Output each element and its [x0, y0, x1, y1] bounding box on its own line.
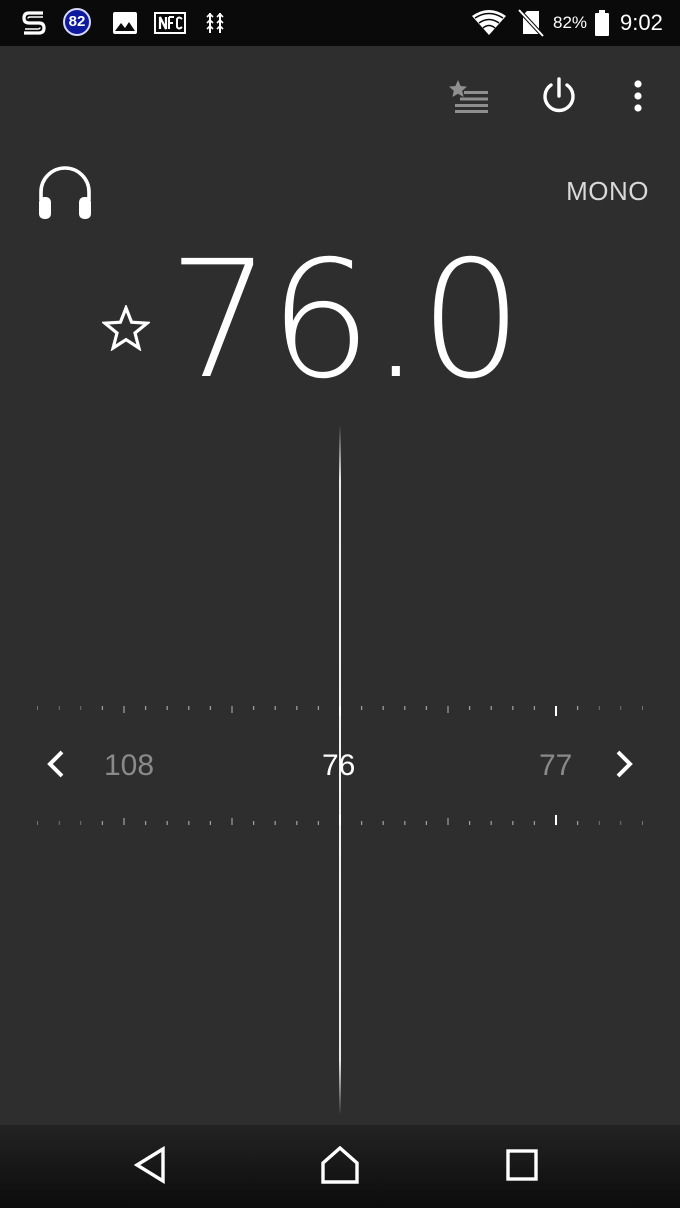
- back-icon: [132, 1145, 168, 1188]
- wifi-icon: [470, 0, 508, 46]
- no-sim-icon: [516, 0, 546, 46]
- battery-percent: 82%: [553, 13, 588, 32]
- power-button[interactable]: [535, 74, 583, 122]
- audio-mode-label[interactable]: MONO: [566, 176, 649, 207]
- favorites-list-icon: [445, 78, 491, 118]
- fm-radio-screen: 82 82% 9:02 MONO 76.0 108 76 77: [0, 0, 680, 1208]
- badge-icon: 82: [63, 8, 91, 36]
- power-icon: [539, 76, 579, 120]
- clock: 9:02: [620, 10, 663, 35]
- scale-label-next: 77: [539, 749, 573, 782]
- chevron-left-icon: [45, 749, 67, 783]
- chevron-right-icon: [613, 749, 635, 783]
- favorite-toggle-button[interactable]: [100, 303, 152, 352]
- seek-down-button[interactable]: [32, 742, 80, 790]
- headphones-icon: [36, 164, 94, 224]
- back-button[interactable]: [120, 1143, 180, 1191]
- usb-debug-icon: [203, 0, 227, 46]
- home-icon: [320, 1145, 360, 1188]
- scale-label-prev: 108: [104, 749, 155, 782]
- frequency-display: 76.0: [168, 227, 523, 415]
- home-button[interactable]: [310, 1143, 370, 1191]
- battery-icon: [593, 0, 611, 46]
- overflow-menu-button[interactable]: [614, 74, 662, 122]
- image-icon: [111, 0, 139, 46]
- scale-label-current: 76: [322, 749, 356, 782]
- recents-button[interactable]: [492, 1143, 552, 1191]
- sony-s-icon: [18, 0, 50, 46]
- navigation-bar: [0, 1125, 680, 1208]
- favorites-list-button[interactable]: [444, 74, 492, 122]
- star-outline-icon: [100, 303, 152, 355]
- overflow-menu-icon: [633, 79, 643, 117]
- status-bar: 82 82% 9:02: [0, 0, 680, 46]
- recents-icon: [505, 1148, 539, 1186]
- nfc-icon: [154, 0, 186, 46]
- seek-up-button[interactable]: [600, 742, 648, 790]
